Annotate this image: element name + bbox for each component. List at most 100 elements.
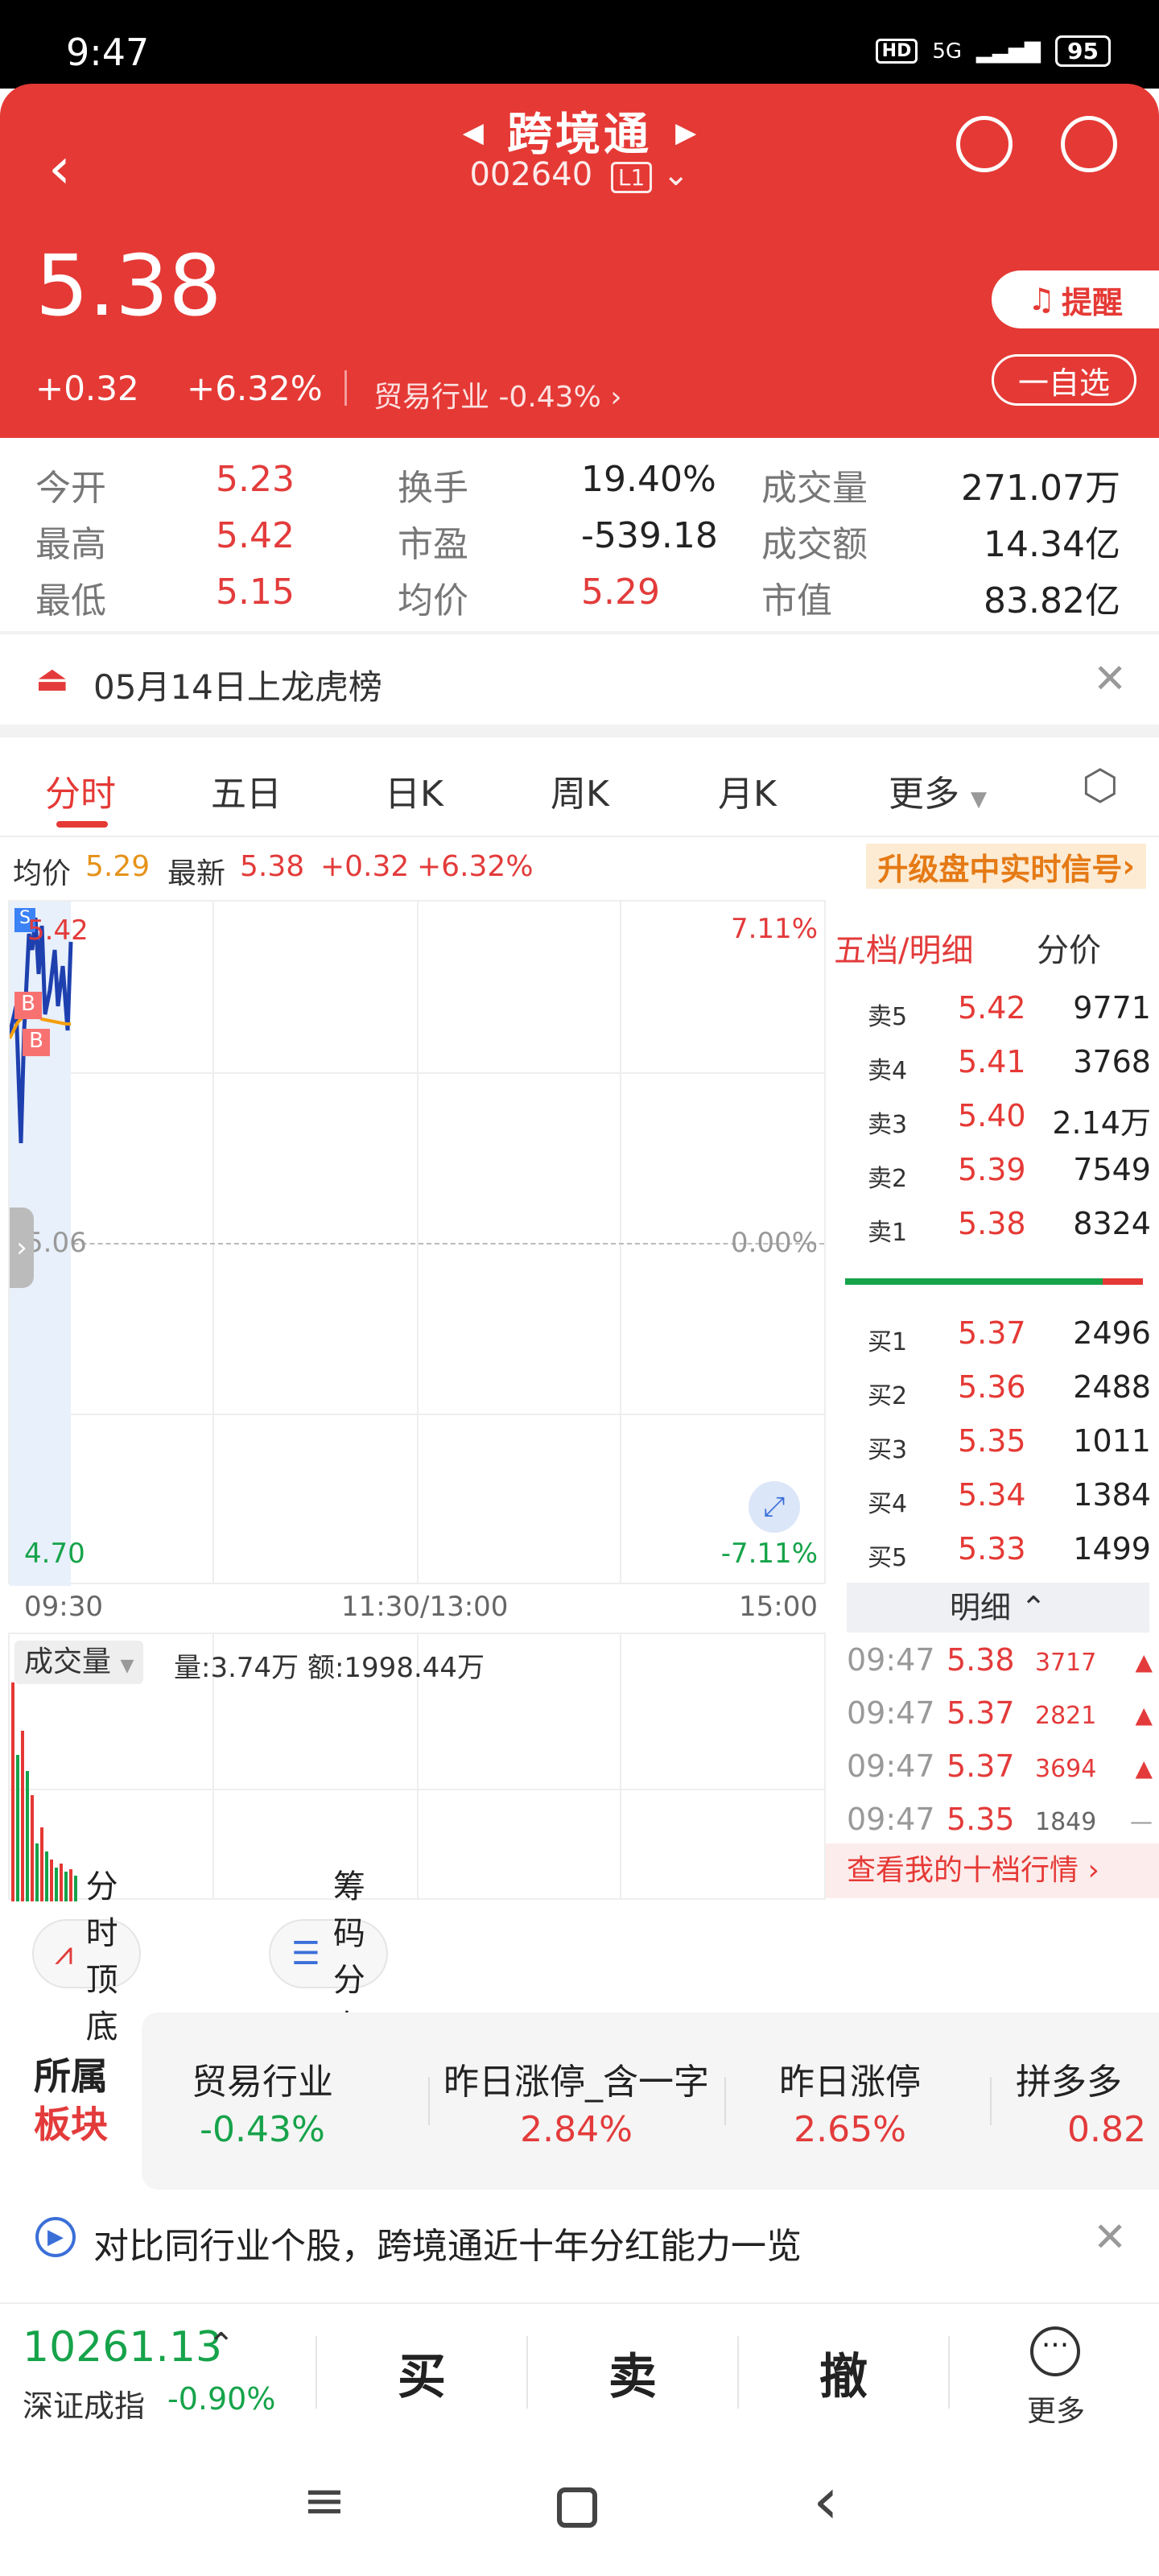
add-watchlist-button[interactable]: 一自选	[992, 354, 1136, 406]
detail-toggle[interactable]: 明细 ⌃	[847, 1583, 1149, 1633]
bid-price: 5.34	[958, 1477, 1026, 1513]
ask-row: 卖1 5.38 8324	[845, 1206, 1151, 1254]
intraday-chart[interactable]: S B B 5.42 7.11% 5.06 0.00% 4.70 -7.11% …	[8, 900, 826, 1586]
bid-price: 5.37	[958, 1315, 1026, 1351]
refresh-icon[interactable]	[956, 116, 1013, 172]
trade-volume: 3694	[1035, 1755, 1097, 1783]
industry-link[interactable]: 贸易行业 -0.43% ›	[373, 374, 622, 415]
tab-daily-k[interactable]: 日K	[385, 765, 443, 816]
pe-value: -539.18	[581, 515, 718, 556]
flat-dash-icon: —	[1130, 1808, 1153, 1835]
time-mid: 11:30/13:00	[341, 1591, 509, 1623]
ask-volume: 8324	[1073, 1206, 1151, 1241]
status-indicators: HD 5G ▂▃▅▇ 95	[875, 35, 1111, 67]
sector-item[interactable]: 拼多多 0.82	[1016, 2053, 1159, 2150]
trade-time: 09:47	[847, 1695, 935, 1731]
upgrade-signal-button[interactable]: 升级盘中实时信号 ›	[866, 844, 1146, 889]
battery-icon: 95	[1055, 35, 1111, 67]
current-price: 5.38	[35, 237, 222, 335]
chart-tabs: 分时 五日 日K 周K 月K 更多 ▼ ⬡	[0, 741, 1159, 837]
sector-name: 昨日涨停_含一字	[443, 2062, 709, 2103]
latest-value: 5.38	[240, 850, 305, 883]
ask-price: 5.42	[958, 990, 1026, 1026]
fullscreen-icon[interactable]: ⤢	[749, 1481, 800, 1533]
divider	[990, 2077, 992, 2125]
ask-volume: 2.14万	[1052, 1105, 1151, 1141]
price-change-pct: +6.32%	[187, 369, 323, 408]
avg-label: 均价	[398, 580, 468, 621]
notice-bar[interactable]: ⏏ 05月14日上龙虎榜 ✕	[0, 644, 1159, 716]
chip-distribution-chip[interactable]: ☰ 筹码分布	[269, 1868, 388, 2046]
amount-value: 14.34亿	[984, 524, 1120, 565]
remind-button[interactable]: ♫ 提醒	[992, 270, 1159, 328]
home-icon[interactable]	[557, 2487, 597, 2528]
up-arrow-icon: ▲	[1135, 1755, 1153, 1781]
signal-b-marker[interactable]: B	[14, 992, 42, 1019]
buy-button[interactable]: 买	[317, 2304, 526, 2441]
avg-label: 均价	[13, 857, 72, 890]
next-stock-icon[interactable]: ▶	[675, 117, 696, 149]
ten-level-link[interactable]: 查看我的十档行情 ›	[826, 1843, 1159, 1898]
price-line	[10, 917, 73, 1144]
trade-row: 09:47 5.38 3717 ▲	[847, 1642, 1153, 1690]
remind-label: 提醒	[1062, 284, 1124, 320]
close-icon[interactable]: ✕	[1093, 2214, 1127, 2260]
change-value: +0.32	[320, 850, 410, 883]
prev-stock-icon[interactable]: ◀	[463, 117, 484, 149]
sector-item[interactable]: 昨日涨停_含一字 2.84%	[433, 2053, 720, 2150]
chevron-down-icon: ⌄	[662, 156, 690, 193]
intraday-top-bottom-chip[interactable]: ⩘ 分时顶底	[32, 1868, 141, 2046]
signal-b-marker[interactable]: B	[23, 1029, 50, 1056]
time-start: 09:30	[24, 1591, 103, 1623]
sell-button[interactable]: 卖	[528, 2304, 737, 2441]
volume-label: 成交量	[761, 468, 868, 509]
cancel-order-button[interactable]: 撤	[739, 2304, 948, 2441]
buy-sell-ratio-bar	[845, 1278, 1143, 1285]
tab-five-day[interactable]: 五日	[211, 765, 282, 816]
tab-monthly-k[interactable]: 月K	[718, 765, 777, 816]
trade-row: 09:47 5.35 1849 —	[847, 1802, 1153, 1850]
sector-change: 0.82	[1067, 2109, 1146, 2150]
volume-chart[interactable]: 成交量 ▼ 量:3.74万 额:1998.44万	[8, 1633, 826, 1901]
low-label: 最低	[35, 580, 106, 621]
back-nav-icon[interactable]: ‹	[813, 2463, 839, 2538]
chevron-up-icon: ⌃	[208, 2326, 235, 2363]
index-widget[interactable]: 10261.13 ⌃ 深证成指 -0.90%	[0, 2304, 314, 2441]
divider	[724, 2077, 726, 2125]
bid-row: 买2 5.36 2488	[845, 1369, 1151, 1418]
tab-weekly-k[interactable]: 周K	[551, 765, 609, 816]
ask-volume: 9771	[1073, 990, 1151, 1026]
orderbook-tab[interactable]: 五档/明细	[834, 924, 973, 971]
sell-ratio-segment	[1103, 1278, 1143, 1285]
index-value: 10261.13	[23, 2323, 223, 2372]
more-button[interactable]: ··· 更多	[950, 2304, 1159, 2441]
divider	[344, 370, 347, 406]
dividend-tip[interactable]: ▶ 对比同行业个股，跨境通近十年分红能力一览 ✕	[0, 2198, 1159, 2278]
sector-item[interactable]: 昨日涨停 2.65%	[753, 2053, 947, 2150]
high-value: 5.42	[216, 515, 295, 556]
index-name: 深证成指	[23, 2388, 146, 2424]
time-axis: 09:30 11:30/13:00 15:00	[8, 1586, 826, 1631]
tab-intraday[interactable]: 分时	[45, 765, 116, 816]
search-icon[interactable]	[1061, 116, 1117, 172]
sector-item[interactable]: 贸易行业 -0.43%	[166, 2053, 359, 2150]
settings-icon[interactable]: ⬡	[1082, 762, 1118, 810]
system-nav-bar: ≡ ‹	[0, 2439, 1159, 2576]
network-label: 5G	[932, 39, 963, 64]
pct-bot-label: -7.11%	[720, 1538, 818, 1570]
close-icon[interactable]: ✕	[1093, 655, 1127, 702]
tab-more[interactable]: 更多 ▼	[889, 765, 987, 816]
sector-change: -0.43%	[200, 2109, 325, 2150]
mcap-value: 83.82亿	[984, 580, 1120, 621]
menu-icon[interactable]: ≡	[303, 2471, 346, 2531]
trade-time: 09:47	[847, 1748, 935, 1784]
notice-text: 05月14日上龙虎榜	[93, 667, 382, 707]
pct-top-label: 7.11%	[730, 913, 818, 945]
avg-value: 5.29	[581, 572, 660, 613]
level-badge: L1	[610, 162, 653, 193]
sector-name: 拼多多	[1016, 2062, 1122, 2103]
active-tab-indicator	[56, 821, 108, 828]
volume-value: 271.07万	[961, 468, 1120, 509]
expand-side-icon[interactable]: ›	[10, 1208, 34, 1288]
price-distribution-tab[interactable]: 分价	[1037, 924, 1101, 971]
